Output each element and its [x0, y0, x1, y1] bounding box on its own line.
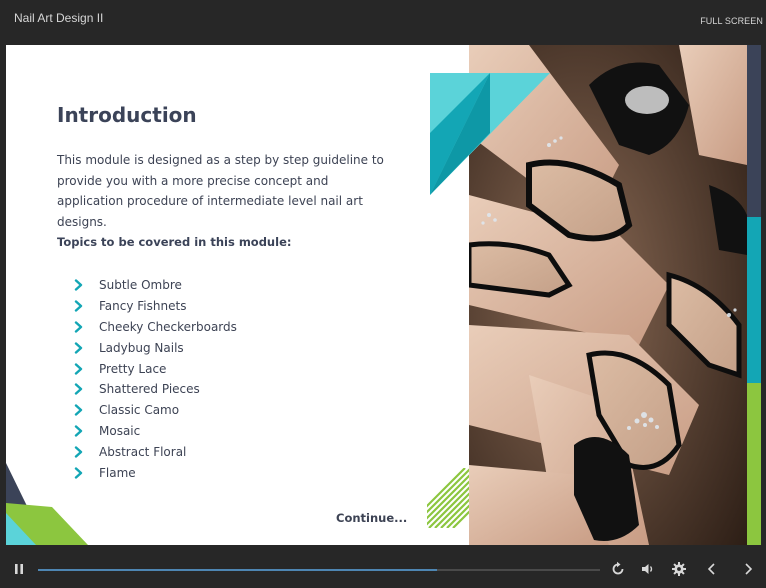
topic-item: Cheeky Checkerboards — [73, 317, 237, 338]
pause-icon[interactable] — [10, 560, 28, 578]
gear-icon[interactable] — [670, 560, 688, 578]
slide-text-panel: Introduction This module is designed as … — [6, 45, 491, 545]
chevron-right-icon — [74, 362, 83, 375]
intro-paragraph: This module is designed as a step by ste… — [57, 153, 384, 229]
chevron-right-icon — [74, 279, 83, 292]
player-controls — [0, 552, 766, 588]
topic-label: Cheeky Checkerboards — [99, 319, 237, 334]
topic-item: Mosaic — [73, 421, 237, 442]
topic-item: Abstract Floral — [73, 441, 237, 462]
chevron-right-icon — [74, 425, 83, 437]
chevron-right-icon — [74, 321, 83, 333]
topic-list: Subtle Ombre Fancy Fishnets Cheeky Checker… — [73, 275, 237, 483]
topic-label: Mosaic — [99, 423, 141, 438]
topic-item: Subtle Ombre — [73, 275, 237, 296]
progress-fill — [38, 569, 438, 571]
chevron-right-icon — [74, 404, 83, 416]
topic-label: Shattered Pieces — [99, 382, 200, 397]
topic-label: Abstract Floral — [99, 444, 187, 459]
topic-item: Shattered Pieces — [73, 379, 237, 400]
topic-item: Classic Camo — [73, 400, 237, 421]
progress-bar[interactable] — [38, 569, 600, 571]
topic-label: Fancy Fishnets — [99, 299, 187, 314]
replay-icon[interactable] — [609, 560, 627, 578]
chevron-right-icon — [74, 446, 83, 458]
chevron-right-icon — [74, 383, 83, 396]
triangle-decoration-top — [430, 73, 550, 195]
chevron-right-icon — [74, 342, 83, 354]
topic-label: Classic Camo — [99, 403, 180, 418]
top-bar: Nail Art Design II FULL SCREEN — [0, 0, 766, 45]
topic-item: Fancy Fishnets — [73, 296, 237, 317]
corner-decoration-bottom-left — [6, 463, 88, 545]
chevron-right-icon[interactable] — [739, 560, 757, 578]
continue-link[interactable]: Continue... — [336, 511, 407, 525]
topic-label: Flame — [99, 465, 136, 480]
chevron-left-icon[interactable] — [703, 560, 721, 578]
topic-label: Subtle Ombre — [99, 278, 182, 293]
fullscreen-button[interactable]: FULL SCREEN — [700, 16, 763, 26]
volume-icon[interactable] — [639, 560, 657, 578]
course-title: Nail Art Design II — [14, 11, 104, 25]
accent-strip-right — [747, 45, 761, 545]
slide-stage: Introduction This module is designed as … — [6, 45, 747, 545]
topic-item: Flame — [73, 462, 237, 483]
topic-item: Ladybug Nails — [73, 337, 237, 358]
topics-heading: Topics to be covered in this module: — [57, 235, 292, 249]
topic-label: Ladybug Nails — [99, 340, 184, 355]
slide-heading: Introduction — [57, 103, 197, 127]
chevron-right-icon — [74, 300, 83, 312]
topic-label: Pretty Lace — [99, 361, 167, 376]
topic-item: Pretty Lace — [73, 358, 237, 379]
